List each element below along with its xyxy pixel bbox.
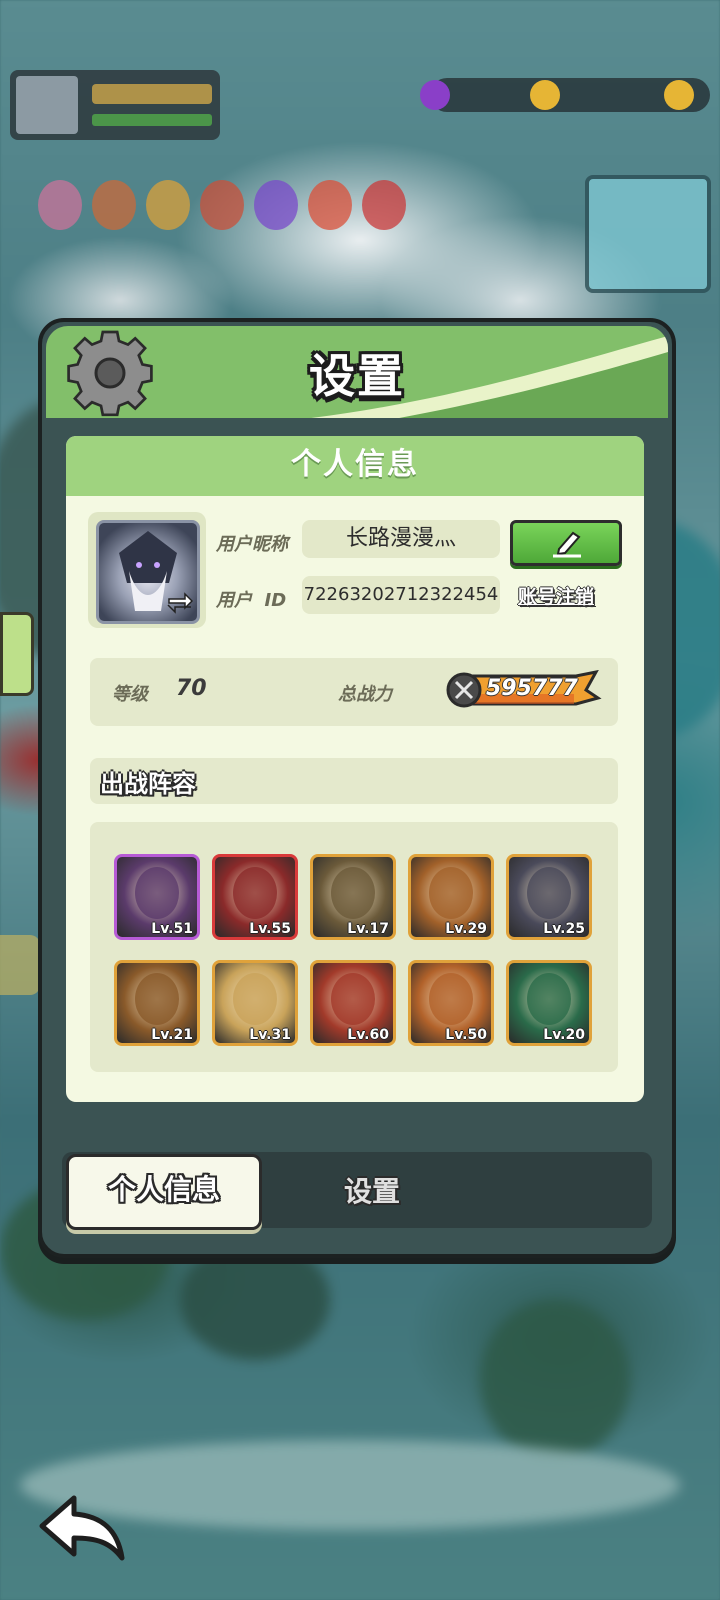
pencil-icon bbox=[553, 531, 581, 558]
back-arrow-icon[interactable] bbox=[38, 1492, 128, 1564]
panel-title: 设置 bbox=[309, 349, 405, 403]
hero-level: Lv.60 bbox=[347, 1027, 389, 1043]
hero-level: Lv.51 bbox=[151, 921, 193, 937]
hero-card[interactable]: Lv.50 bbox=[408, 960, 494, 1046]
minimap bbox=[585, 175, 711, 293]
hero-card[interactable]: Lv.51 bbox=[114, 854, 200, 940]
hero-card[interactable]: Lv.25 bbox=[506, 854, 592, 940]
hero-card[interactable]: Lv.21 bbox=[114, 960, 200, 1046]
hero-card[interactable]: Lv.20 bbox=[506, 960, 592, 1046]
nickname-label: 用户昵称 bbox=[216, 534, 288, 555]
avatar-frame[interactable] bbox=[88, 512, 206, 628]
side-menu-tab[interactable] bbox=[0, 612, 34, 696]
tab-profile[interactable]: 个人信息 bbox=[66, 1154, 262, 1230]
coin-icon bbox=[664, 80, 694, 110]
lineup-title: 出战阵容 bbox=[100, 770, 196, 798]
hero-level: Lv.20 bbox=[543, 1027, 585, 1043]
panel-header: 设置 bbox=[46, 326, 668, 418]
nickname-field: 长路漫漫灬 bbox=[302, 520, 500, 558]
gem-icon bbox=[420, 80, 450, 110]
stats-bar: 等级 70 总战力 595777 bbox=[90, 658, 618, 726]
level-value: 70 bbox=[176, 676, 207, 701]
hero-level: Lv.29 bbox=[445, 921, 487, 937]
section-title: 个人信息 bbox=[66, 436, 644, 496]
hero-grid: Lv.51 Lv.55 Lv.17 Lv.29 Lv.25 Lv.21 Lv.31 Lv.60… bbox=[90, 822, 618, 1072]
swap-icon[interactable] bbox=[167, 591, 193, 615]
hero-card[interactable]: Lv.60 bbox=[310, 960, 396, 1046]
user-id-label: 用户 ID bbox=[216, 590, 287, 611]
power-badge: 595777 bbox=[446, 670, 602, 710]
hero-card[interactable]: Lv.29 bbox=[408, 854, 494, 940]
power-label: 总战力 bbox=[338, 684, 392, 705]
hero-card[interactable]: Lv.31 bbox=[212, 960, 298, 1046]
level-label: 等级 bbox=[112, 684, 148, 705]
hero-level: Lv.31 bbox=[249, 1027, 291, 1043]
tab-settings[interactable]: 设置 bbox=[272, 1154, 472, 1224]
profile-card: 个人信息 用户昵称 长路漫漫灬 用户 ID 72263202712322454 … bbox=[66, 436, 644, 1102]
hero-level: Lv.17 bbox=[347, 921, 389, 937]
hero-level: Lv.50 bbox=[445, 1027, 487, 1043]
hero-level: Lv.21 bbox=[151, 1027, 193, 1043]
coin-icon bbox=[530, 80, 560, 110]
settings-panel: 设置 个人信息 用户昵称 长路漫漫灬 用户 ID 722632027123224… bbox=[38, 318, 676, 1258]
tab-bar: 个人信息 设置 bbox=[62, 1152, 652, 1230]
lineup-header: 出战阵容 bbox=[90, 758, 618, 804]
avatar[interactable] bbox=[96, 520, 200, 624]
hero-level: Lv.25 bbox=[543, 921, 585, 937]
power-value: 595777 bbox=[486, 676, 578, 701]
side-event-tab[interactable] bbox=[0, 935, 40, 995]
edit-nickname-button[interactable] bbox=[510, 520, 622, 566]
hero-level: Lv.55 bbox=[249, 921, 291, 937]
cancel-account-link[interactable]: 账号注销 bbox=[518, 582, 594, 609]
hero-card[interactable]: Lv.17 bbox=[310, 854, 396, 940]
hero-card[interactable]: Lv.55 bbox=[212, 854, 298, 940]
player-hud bbox=[10, 70, 220, 140]
user-id-field: 72263202712322454 bbox=[302, 576, 500, 614]
